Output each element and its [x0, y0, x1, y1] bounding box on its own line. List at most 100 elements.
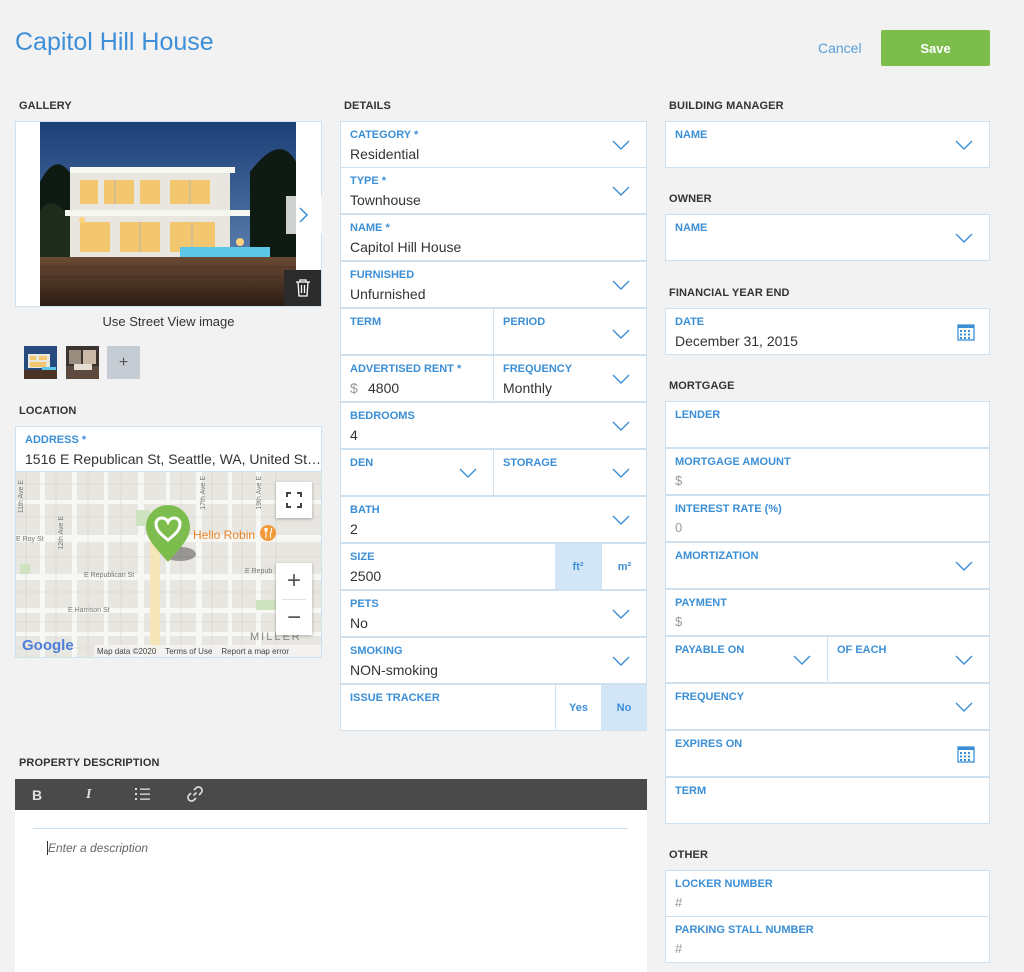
- mortgage-term-field[interactable]: TERM: [665, 777, 990, 824]
- storage-select[interactable]: STORAGE: [493, 449, 647, 496]
- bath-select[interactable]: BATH 2: [340, 496, 647, 543]
- cancel-button[interactable]: Cancel: [818, 40, 862, 56]
- period-label: PERIOD: [503, 316, 546, 328]
- furnished-select[interactable]: FURNISHED Unfurnished: [340, 261, 647, 308]
- address-label: ADDRESS *: [25, 434, 87, 446]
- owner-select[interactable]: NAME: [665, 214, 990, 261]
- map-fullscreen-button[interactable]: [276, 482, 312, 518]
- payment-field[interactable]: PAYMENT $: [665, 589, 990, 636]
- map-zoom-in-button[interactable]: +: [276, 563, 312, 599]
- term-label: TERM: [350, 316, 382, 328]
- parking-stall-field[interactable]: PARKING STALL NUMBER #: [665, 916, 990, 963]
- owner-name-label: NAME: [675, 222, 708, 234]
- name-field[interactable]: NAME * Capitol Hill House: [340, 214, 647, 261]
- link-icon[interactable]: [187, 786, 203, 802]
- address-field[interactable]: ADDRESS * 1516 E Republican St, Seattle,…: [15, 426, 322, 472]
- map-street-label: E Harrison St: [68, 607, 110, 614]
- name-label: NAME *: [350, 222, 390, 234]
- building-manager-select[interactable]: NAME: [665, 121, 990, 168]
- chevron-down-icon: [612, 515, 630, 525]
- bedrooms-label: BEDROOMS: [350, 410, 415, 422]
- expires-on-label: EXPIRES ON: [675, 738, 743, 750]
- smoking-label: SMOKING: [350, 645, 403, 657]
- locker-number-field[interactable]: LOCKER NUMBER #: [665, 870, 990, 917]
- payable-on-select[interactable]: PAYABLE ON: [665, 636, 828, 683]
- chevron-down-icon: [612, 329, 630, 339]
- bedrooms-value: 4: [350, 427, 358, 443]
- amortization-select[interactable]: AMORTIZATION: [665, 542, 990, 589]
- interest-rate-placeholder: 0: [675, 520, 683, 535]
- save-button[interactable]: Save: [881, 30, 990, 66]
- of-each-select[interactable]: OF EACH: [827, 636, 990, 683]
- expires-on-field[interactable]: EXPIRES ON: [665, 730, 990, 777]
- unit-ft-toggle[interactable]: ft²: [555, 544, 601, 589]
- den-label: DEN: [350, 457, 374, 469]
- category-select[interactable]: CATEGORY * Residential: [340, 121, 647, 168]
- bold-icon[interactable]: B: [32, 787, 42, 803]
- terms-link[interactable]: Terms of Use: [165, 647, 212, 656]
- frequency-label: FREQUENCY: [503, 363, 573, 375]
- mortgage-frequency-select[interactable]: FREQUENCY: [665, 683, 990, 730]
- description-placeholder: Enter a description: [48, 841, 149, 855]
- pets-value: No: [350, 615, 368, 631]
- add-image-button[interactable]: +: [107, 346, 140, 379]
- type-label: TYPE *: [350, 175, 387, 187]
- advertised-rent-field[interactable]: ADVERTISED RENT * $ 4800: [340, 355, 494, 402]
- lender-field[interactable]: LENDER: [665, 401, 990, 448]
- gallery-frame: [15, 121, 322, 307]
- category-label: CATEGORY *: [350, 129, 419, 141]
- list-icon[interactable]: [135, 787, 151, 802]
- mortgage-amount-placeholder: $: [675, 473, 683, 488]
- chevron-down-icon: [459, 468, 477, 478]
- issue-tracker-field: ISSUE TRACKER Yes No: [340, 684, 647, 731]
- bedrooms-select[interactable]: BEDROOMS 4: [340, 402, 647, 449]
- financial-year-end-heading: FINANCIAL YEAR END: [669, 287, 790, 299]
- interest-rate-field[interactable]: INTEREST RATE (%) 0: [665, 495, 990, 542]
- description-editor[interactable]: Enter a description: [15, 810, 647, 972]
- of-each-label: OF EACH: [837, 644, 887, 656]
- editor-toolbar: B I: [15, 779, 647, 810]
- type-select[interactable]: TYPE * Townhouse: [340, 167, 647, 214]
- chevron-down-icon: [793, 655, 811, 665]
- map-attribution: Map data ©2020 Terms of Use Report a map…: [94, 645, 321, 657]
- calendar-icon[interactable]: [957, 745, 975, 763]
- payment-placeholder: $: [675, 614, 683, 629]
- chevron-right-icon: [299, 207, 309, 223]
- period-select[interactable]: PERIOD: [493, 308, 647, 355]
- report-error-link[interactable]: Report a map error: [221, 647, 289, 656]
- term-field[interactable]: TERM: [340, 308, 494, 355]
- unit-m-toggle[interactable]: m²: [601, 544, 647, 589]
- italic-icon[interactable]: I: [86, 787, 91, 803]
- gallery-thumbnail-2[interactable]: [66, 346, 99, 379]
- size-field[interactable]: SIZE 2500 ft² m²: [340, 543, 647, 590]
- location-heading: LOCATION: [19, 405, 77, 417]
- size-label: SIZE: [350, 551, 375, 563]
- gallery-thumbnail-1[interactable]: [24, 346, 57, 379]
- currency-symbol: $: [350, 380, 358, 396]
- map-zoom-out-button[interactable]: −: [276, 600, 312, 635]
- chevron-down-icon: [612, 656, 630, 666]
- smoking-select[interactable]: SMOKING NON-smoking: [340, 637, 647, 684]
- bath-label: BATH: [350, 504, 380, 516]
- issue-tracker-no[interactable]: No: [601, 685, 647, 730]
- interest-rate-label: INTEREST RATE (%): [675, 503, 782, 515]
- gallery-main-image[interactable]: [40, 122, 296, 306]
- pets-select[interactable]: PETS No: [340, 590, 647, 637]
- building-manager-heading: BUILDING MANAGER: [669, 100, 784, 112]
- issue-tracker-label: ISSUE TRACKER: [350, 692, 440, 704]
- issue-tracker-yes[interactable]: Yes: [555, 685, 601, 730]
- chevron-down-icon: [612, 374, 630, 384]
- map-poi-label: Hello Robin: [193, 528, 256, 542]
- location-map[interactable]: 11th Ave E 12th Ave E E Roy St E Republi…: [15, 471, 322, 658]
- map-street-label: 11th Ave E: [18, 480, 25, 514]
- delete-image-button[interactable]: [284, 270, 321, 306]
- mortgage-amount-field[interactable]: MORTGAGE AMOUNT $: [665, 448, 990, 495]
- gallery-next-button[interactable]: [286, 196, 322, 234]
- financial-date-field[interactable]: DATE December 31, 2015: [665, 308, 990, 355]
- storage-label: STORAGE: [503, 457, 558, 469]
- frequency-select[interactable]: FREQUENCY Monthly: [493, 355, 647, 402]
- den-select[interactable]: DEN: [340, 449, 494, 496]
- map-street-label: E Repub: [245, 568, 273, 575]
- street-view-link[interactable]: Use Street View image: [15, 314, 322, 329]
- calendar-icon[interactable]: [957, 323, 975, 341]
